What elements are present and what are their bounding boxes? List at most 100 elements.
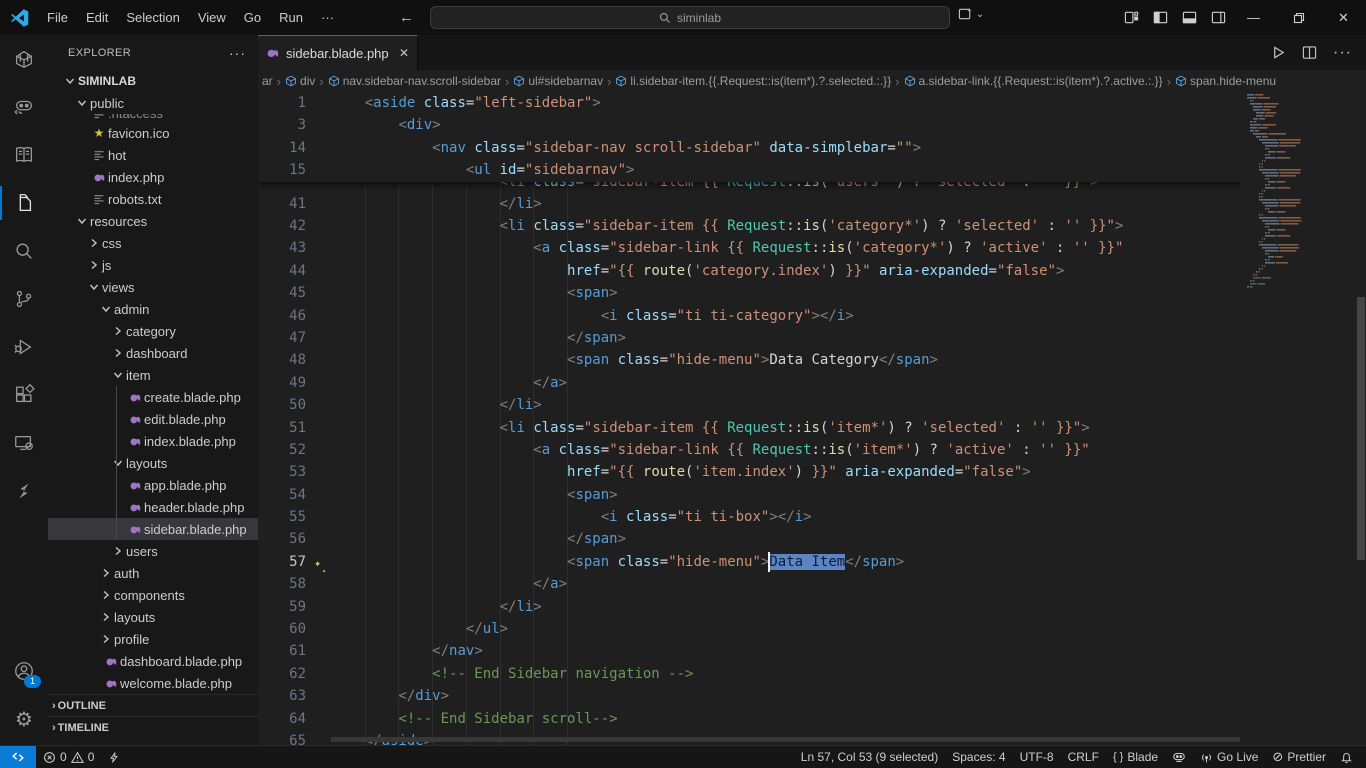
vertical-scrollbar[interactable]	[1356, 92, 1366, 745]
code-line[interactable]: 14 <nav class="sidebar-nav scroll-sideba…	[258, 137, 1348, 159]
tree-item-dashboard[interactable]: dashboard	[48, 342, 258, 364]
code-line[interactable]: 49 </a>	[258, 372, 1348, 394]
code-editor[interactable]: <li class="sidebar-item {{ Request::is('…	[258, 92, 1366, 745]
code-line[interactable]: 51 <li class="sidebar-item {{ Request::i…	[258, 417, 1348, 439]
menu-run[interactable]: Run	[270, 7, 312, 29]
minimize-button[interactable]: —	[1231, 0, 1276, 35]
toggle-secondary-sidebar-icon[interactable]	[1211, 10, 1226, 25]
run-debug-icon[interactable]	[0, 323, 48, 371]
problems-indicator[interactable]: 0 0	[36, 746, 101, 768]
code-line[interactable]: 53 href="{{ route('item.index') }}" aria…	[258, 461, 1348, 483]
menu-selection[interactable]: Selection	[117, 7, 188, 29]
more-actions-icon[interactable]: ···	[1333, 44, 1352, 62]
tree-item--htaccess[interactable]: .htaccess	[48, 114, 258, 122]
source-control-icon[interactable]	[0, 275, 48, 323]
toggle-primary-sidebar-icon[interactable]	[1153, 10, 1168, 25]
cursor-position[interactable]: Ln 57, Col 53 (9 selected)	[794, 750, 945, 764]
code-line[interactable]: 50 </li>	[258, 394, 1348, 416]
command-center[interactable]: siminlab	[430, 6, 950, 29]
breadcrumb-item[interactable]: ul#sidebarnav	[513, 74, 603, 88]
book-icon[interactable]	[0, 131, 48, 179]
code-line[interactable]: 47 </span>	[258, 327, 1348, 349]
tree-item-favicon-ico[interactable]: ★favicon.ico	[48, 122, 258, 144]
code-line[interactable]: 63 </div>	[258, 685, 1348, 707]
tree-item-profile[interactable]: profile	[48, 628, 258, 650]
tab-close-icon[interactable]: ✕	[399, 46, 409, 60]
breadcrumb-item[interactable]: a.sidebar-link.{{.Request::is(item*).?.a…	[904, 74, 1163, 88]
timeline-section-header[interactable]: ›TIMELINE	[48, 716, 258, 739]
tree-item-dashboard-blade-php[interactable]: dashboard.blade.php	[48, 650, 258, 672]
code-line[interactable]: 57✦✦ <span class="hide-menu">Data Item</…	[258, 551, 1348, 573]
tree-item-users[interactable]: users	[48, 540, 258, 562]
copilot-status[interactable]	[1165, 750, 1193, 764]
tree-item-app-blade-php[interactable]: app.blade.php	[48, 474, 258, 496]
tree-item-item[interactable]: item	[48, 364, 258, 386]
breadcrumb-item[interactable]: nav.sidebar-nav.scroll-sidebar	[328, 74, 501, 88]
copilot-icon[interactable]	[0, 83, 48, 131]
language-mode[interactable]: { }Blade	[1106, 750, 1165, 764]
code-line[interactable]: 54 <span>	[258, 484, 1348, 506]
eol-sequence[interactable]: CRLF	[1061, 750, 1106, 764]
tree-item-header-blade-php[interactable]: header.blade.php	[48, 496, 258, 518]
code-line[interactable]: 60 </ul>	[258, 618, 1348, 640]
code-line[interactable]: 41 </li>	[258, 193, 1348, 215]
remote-indicator[interactable]	[0, 746, 36, 768]
tree-item-resources[interactable]: resources	[48, 210, 258, 232]
tree-item-category[interactable]: category	[48, 320, 258, 342]
tree-item-hot[interactable]: hot	[48, 144, 258, 166]
container-tools-icon[interactable]	[0, 35, 48, 83]
tree-item-index-php[interactable]: index.php	[48, 166, 258, 188]
search-activity-icon[interactable]	[0, 227, 48, 275]
code-line[interactable]: 64 <!-- End Sidebar scroll-->	[258, 708, 1348, 730]
run-file-icon[interactable]	[1271, 45, 1286, 60]
restore-button[interactable]	[1276, 0, 1321, 35]
s-logo-icon[interactable]	[0, 467, 48, 515]
code-line[interactable]: 59 </li>	[258, 596, 1348, 618]
breadcrumb-item[interactable]: li.sidebar-item.{{.Request::is(item*).?.…	[615, 74, 891, 88]
tree-item-clipped[interactable]: .htaccess	[48, 114, 258, 122]
go-live-button[interactable]: Go Live	[1193, 750, 1265, 764]
split-editor-icon[interactable]	[1302, 45, 1317, 60]
menu-[interactable]: ···	[312, 7, 343, 29]
tree-item-sidebar-blade-php[interactable]: sidebar.blade.php	[48, 518, 258, 540]
tree-item-components[interactable]: components	[48, 584, 258, 606]
tree-item-js[interactable]: js	[48, 254, 258, 276]
settings-gear-icon[interactable]: ⚙	[0, 695, 48, 743]
tree-item-layouts[interactable]: layouts	[48, 606, 258, 628]
code-line[interactable]: 15 <ul id="sidebarnav">	[258, 159, 1348, 181]
code-line[interactable]: 1 <aside class="left-sidebar">	[258, 92, 1348, 114]
menu-view[interactable]: View	[189, 7, 235, 29]
code-line[interactable]: 44 href="{{ route('category.index') }}" …	[258, 260, 1348, 282]
code-line[interactable]: 58 </a>	[258, 573, 1348, 595]
scrollbar-thumb[interactable]	[1357, 297, 1365, 560]
menu-file[interactable]: File	[38, 7, 77, 29]
tree-item-admin[interactable]: admin	[48, 298, 258, 320]
breadcrumb-item[interactable]: div	[285, 74, 315, 88]
tree-item-layouts[interactable]: layouts	[48, 452, 258, 474]
code-line[interactable]: 62 <!-- End Sidebar navigation -->	[258, 663, 1348, 685]
tree-item-siminlab[interactable]: SIMINLAB	[48, 70, 258, 92]
accounts-icon[interactable]: 1	[0, 647, 48, 695]
explorer-icon[interactable]	[0, 179, 48, 227]
tree-item-css[interactable]: css	[48, 232, 258, 254]
nav-back-icon[interactable]: ←	[399, 9, 414, 26]
tree-item-robots-txt[interactable]: robots.txt	[48, 188, 258, 210]
code-line[interactable]: 52 <a class="sidebar-link {{ Request::is…	[258, 439, 1348, 461]
notifications-bell[interactable]	[1333, 751, 1360, 764]
code-line[interactable]: 46 <i class="ti ti-category"></i>	[258, 305, 1348, 327]
code-line[interactable]: 61 </nav>	[258, 640, 1348, 662]
tree-item-auth[interactable]: auth	[48, 562, 258, 584]
code-line[interactable]: 45 <span>	[258, 282, 1348, 304]
menu-edit[interactable]: Edit	[77, 7, 117, 29]
minimap[interactable]	[1240, 92, 1356, 745]
horizontal-scrollbar[interactable]	[331, 737, 1240, 742]
tree-item-welcome-blade-php[interactable]: welcome.blade.php	[48, 672, 258, 694]
breadcrumb-item[interactable]: ar	[262, 74, 273, 88]
extensions-icon[interactable]	[0, 371, 48, 419]
encoding[interactable]: UTF-8	[1013, 750, 1061, 764]
customize-layout-icon[interactable]	[1124, 10, 1139, 25]
tree-item-index-blade-php[interactable]: index.blade.php	[48, 430, 258, 452]
code-line[interactable]: <li class="sidebar-item {{ Request::is('…	[258, 182, 1348, 193]
code-line[interactable]: 43 <a class="sidebar-link {{ Request::is…	[258, 237, 1348, 259]
copilot-sparkle-icon[interactable]: ✦	[314, 552, 321, 574]
